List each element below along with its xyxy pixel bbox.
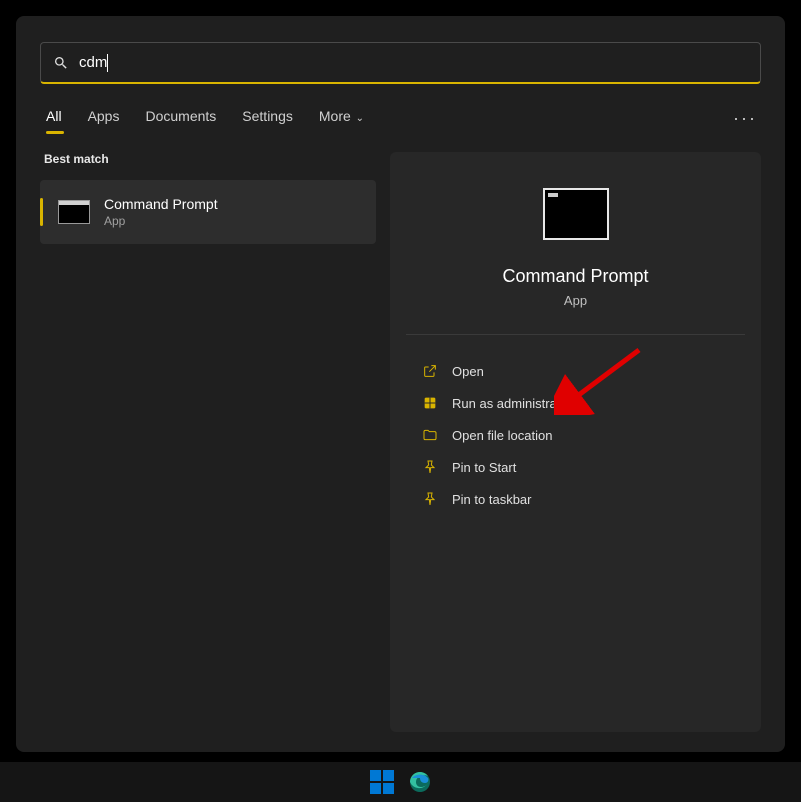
edge-browser-icon[interactable] [408,770,432,794]
preview-pane: Command Prompt App Open Run as administr… [390,152,761,732]
action-label: Pin to taskbar [452,492,532,507]
section-label-best-match: Best match [40,152,376,166]
action-label: Run as administrator [452,396,572,411]
result-subtitle: App [104,214,218,228]
action-label: Open [452,364,484,379]
action-label: Pin to Start [452,460,516,475]
search-box[interactable]: cdm [40,42,761,84]
preview-cmd-icon [543,188,609,240]
start-button[interactable] [370,770,394,794]
folder-icon [422,427,438,443]
chevron-down-icon: ⌄ [353,113,364,124]
pin-icon [422,459,438,475]
tab-more-label: More [319,108,351,124]
open-icon [422,363,438,379]
action-run-as-admin[interactable]: Run as administrator [422,387,729,419]
action-pin-to-start[interactable]: Pin to Start [422,451,729,483]
actions-list: Open Run as administrator Open file loca… [390,335,761,535]
search-icon [53,55,69,71]
tab-more[interactable]: More ⌄ [319,108,364,134]
cmd-icon [58,200,90,224]
result-item-command-prompt[interactable]: Command Prompt App [40,180,376,244]
result-text: Command Prompt App [104,196,218,228]
action-pin-to-taskbar[interactable]: Pin to taskbar [422,483,729,515]
filter-tabs: All Apps Documents Settings More ⌄ ··· [40,108,761,134]
action-label: Open file location [452,428,552,443]
result-title: Command Prompt [104,196,218,212]
preview-subtitle: App [564,293,587,308]
search-query-text: cdm [79,54,107,71]
start-search-panel: cdm All Apps Documents Settings More ⌄ ·… [16,16,785,752]
taskbar [0,762,801,802]
tab-all[interactable]: All [46,108,62,134]
tab-apps[interactable]: Apps [88,108,120,134]
action-open-file-location[interactable]: Open file location [422,419,729,451]
pin-icon [422,491,438,507]
content-area: Best match Command Prompt App Command Pr… [40,152,761,732]
preview-title: Command Prompt [502,266,648,287]
tab-documents[interactable]: Documents [145,108,216,134]
more-options-icon[interactable]: ··· [733,108,757,129]
shield-icon [422,395,438,411]
tab-settings[interactable]: Settings [242,108,293,134]
action-open[interactable]: Open [422,355,729,387]
results-column: Best match Command Prompt App [40,152,376,732]
